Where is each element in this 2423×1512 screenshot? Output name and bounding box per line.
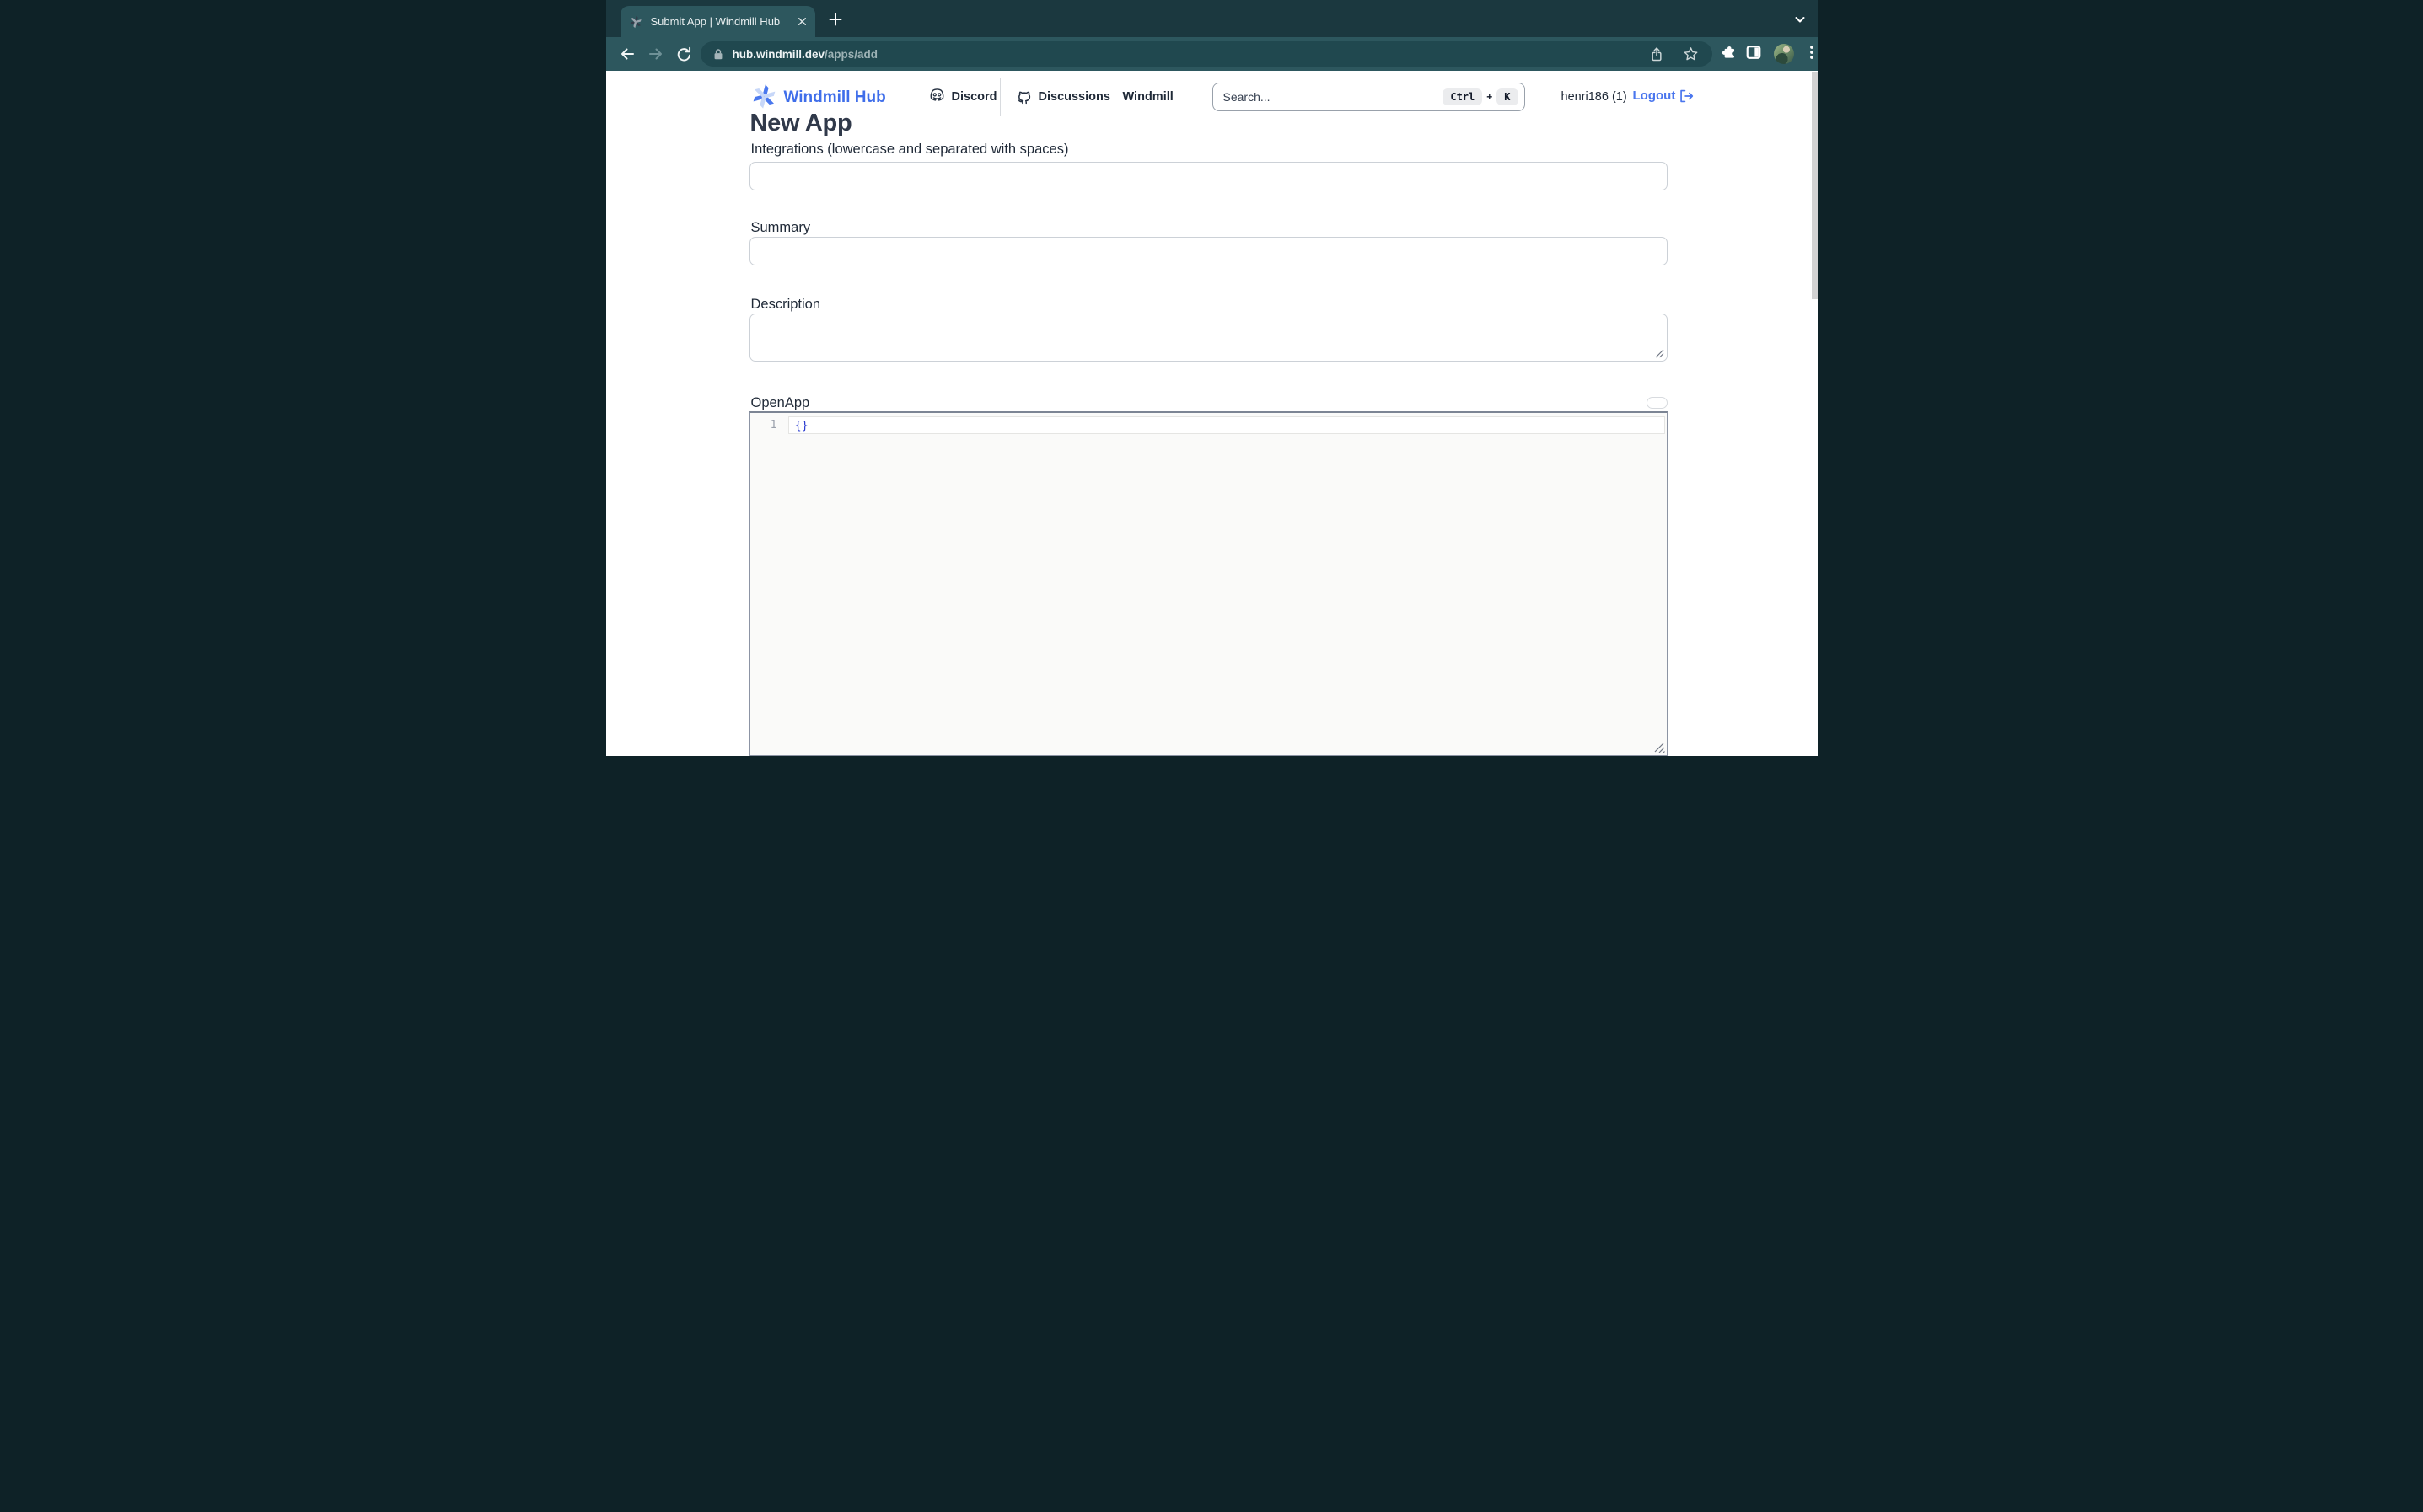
textarea-resize-grip-icon[interactable] (1654, 348, 1665, 359)
forward-icon[interactable] (647, 45, 665, 63)
tab-title: Submit App | Windmill Hub (651, 15, 796, 28)
url-host: hub.windmill.dev (733, 48, 825, 61)
back-icon[interactable] (618, 45, 637, 63)
discord-icon (928, 88, 946, 103)
github-icon (1016, 88, 1032, 105)
reload-icon[interactable] (675, 45, 694, 63)
description-textarea[interactable] (749, 314, 1668, 362)
summary-label: Summary (751, 220, 811, 236)
nav-link-discord[interactable]: Discord (952, 90, 997, 104)
editor-code: {} (795, 419, 809, 432)
bookmark-star-icon[interactable] (1683, 46, 1699, 62)
url-bar[interactable]: hub.windmill.dev/apps/add (701, 41, 1712, 67)
nav-divider (1000, 78, 1001, 116)
share-icon[interactable] (1649, 46, 1664, 62)
nav-link-discussions[interactable]: Discussions (1039, 90, 1110, 104)
search-input[interactable] (1223, 90, 1443, 104)
new-tab-button[interactable] (827, 11, 844, 28)
windmill-logo-icon (751, 83, 777, 110)
openapp-code-editor[interactable]: 1 {} (749, 411, 1668, 756)
openapp-label: OpenApp (751, 395, 810, 411)
summary-input[interactable] (749, 237, 1668, 265)
kbd-plus: + (1486, 91, 1492, 103)
brand-title[interactable]: Windmill Hub (784, 88, 886, 107)
username-label: henri186 (1) (1561, 90, 1627, 104)
extensions-puzzle-icon[interactable] (1722, 44, 1738, 60)
profile-avatar[interactable] (1774, 44, 1794, 64)
description-label: Description (751, 297, 821, 313)
editor-active-line[interactable]: {} (788, 416, 1665, 434)
nav-link-windmill[interactable]: Windmill (1123, 90, 1174, 104)
lock-icon[interactable] (712, 48, 724, 61)
browser-tab[interactable]: Submit App | Windmill Hub (621, 6, 815, 37)
tab-search-chevron-down-icon[interactable] (1792, 11, 1808, 28)
logout-button[interactable]: Logout (1633, 88, 1695, 103)
editor-resize-grip-icon[interactable] (1653, 741, 1665, 754)
kbd-k: K (1496, 88, 1518, 105)
side-panel-icon[interactable] (1745, 44, 1762, 61)
search-box: Ctrl + K (1212, 83, 1525, 111)
kebab-menu-icon[interactable] (1804, 44, 1818, 61)
windmill-favicon-icon (629, 15, 642, 29)
browser-window: Submit App | Windmill Hub (606, 0, 1818, 756)
integrations-label: Integrations (lowercase and separated wi… (751, 142, 1069, 158)
page-content: Windmill Hub Discord Discussions Windmil… (606, 71, 1818, 756)
tab-strip: Submit App | Windmill Hub (606, 0, 1818, 37)
logout-label: Logout (1633, 88, 1676, 103)
browser-toolbar: hub.windmill.dev/apps/add (606, 37, 1818, 71)
kbd-ctrl: Ctrl (1443, 88, 1482, 105)
logout-icon (1679, 89, 1694, 103)
integrations-input[interactable] (749, 162, 1668, 190)
openapp-toggle[interactable] (1647, 397, 1668, 409)
tab-close-icon[interactable] (796, 15, 809, 28)
url-path: /apps/add (825, 48, 878, 61)
page-scrollbar-thumb[interactable] (1812, 72, 1818, 299)
page-title: New App (750, 110, 852, 137)
editor-line-number: 1 (759, 419, 777, 432)
